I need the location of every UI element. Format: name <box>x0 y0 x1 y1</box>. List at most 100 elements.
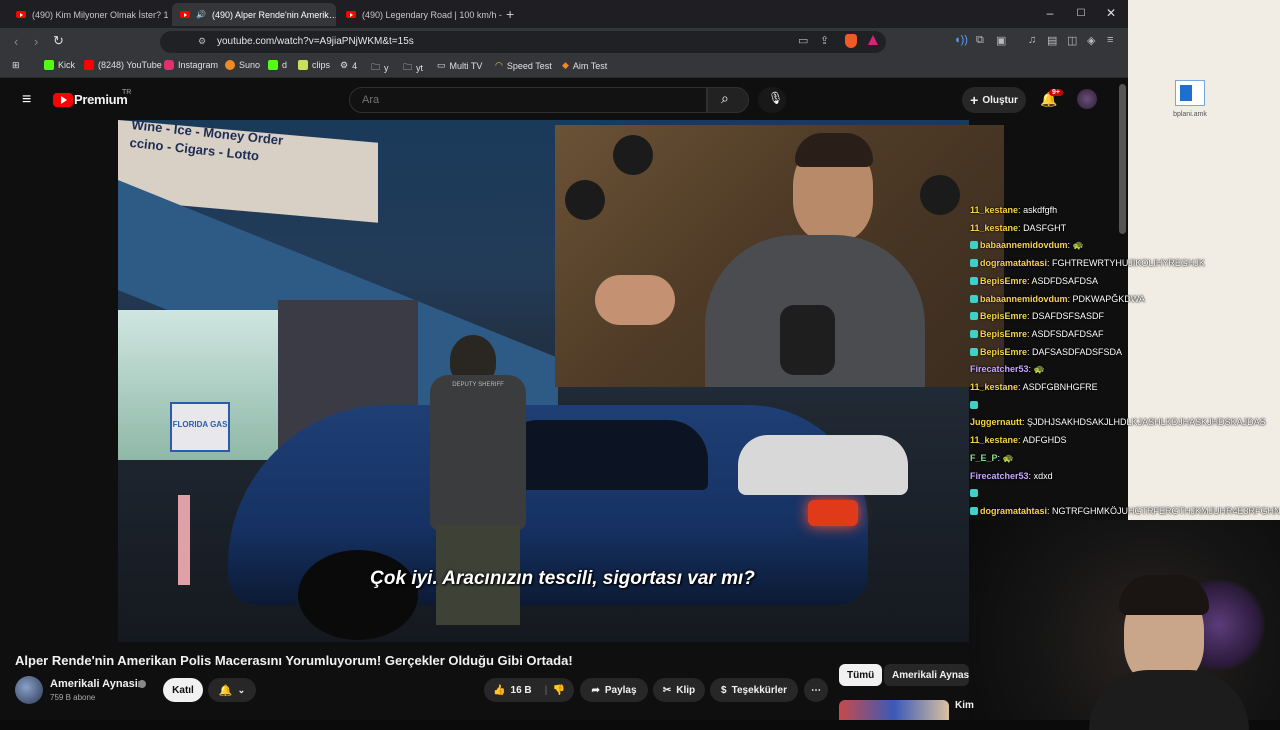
share-icon: ➦ <box>591 684 600 696</box>
bookmark-multitv[interactable]: ▭ Multi TV <box>437 60 482 71</box>
clips-icon <box>298 60 308 70</box>
tab-label: (490) Legendary Road | 100 km/h - Y… <box>362 9 502 20</box>
bookmark-instagram[interactable]: Instagram <box>164 60 218 70</box>
like-button[interactable]: 👍 16 B | 👎 <box>484 678 574 702</box>
chat-message: Firecatcher53: 🐢 <box>970 364 1045 375</box>
video-title: Alper Rende'nin Amerikan Polis Macerasın… <box>15 653 573 668</box>
hamburger-menu-icon[interactable]: ≡ <box>22 91 31 109</box>
menu-icon[interactable]: ≡ <box>1107 34 1113 46</box>
chat-username: 11_kestane <box>970 222 1019 233</box>
bookmark-label: y <box>384 63 389 73</box>
bookmark-label: Multi TV <box>449 60 483 71</box>
microphone <box>780 305 835 375</box>
gas-sign-text: FLORIDA GAS <box>172 420 228 429</box>
audio-playing-icon[interactable]: ◖)) <box>954 34 968 46</box>
channel-name[interactable]: Amerikali Aynasiz <box>50 678 143 690</box>
bookmark-d[interactable]: d <box>268 60 287 70</box>
new-tab-icon[interactable]: + <box>506 6 514 22</box>
officer-vest-text: DEPUTY SHERIFF <box>452 382 504 388</box>
search-icon: ⌕ <box>721 90 729 106</box>
chat-text: 🐢 <box>1002 452 1014 463</box>
brave-shield-icon[interactable] <box>845 34 857 48</box>
screenshot-icon[interactable]: ▣ <box>996 34 1006 47</box>
music-icon[interactable]: ♫ <box>1028 34 1036 46</box>
bookmark-label: Speed Test <box>506 60 552 71</box>
bookmark-kick[interactable]: Kick <box>44 60 75 70</box>
tab-2-active[interactable]: 🔊 (490) Alper Rende'nin Amerik… ✕ <box>172 3 336 26</box>
thumbs-down-icon[interactable]: 👎 <box>552 685 564 696</box>
account-avatar[interactable] <box>1077 89 1097 109</box>
tab-3[interactable]: (490) Legendary Road | 100 km/h - Y… <box>338 3 502 26</box>
chat-badge-icon <box>970 312 978 321</box>
clip-button[interactable]: ✂ Klip <box>653 678 705 702</box>
chat-message: BepisEmre: DAFSASDFADSFSDA <box>970 347 1122 357</box>
like-count: 16 B <box>510 684 532 696</box>
tab-1[interactable]: (490) Kim Milyoner Olmak İster? 120… <box>8 3 168 26</box>
search-input[interactable] <box>349 87 707 113</box>
chip-all[interactable]: Tümü <box>839 664 883 686</box>
tab-bar <box>0 0 1128 28</box>
play-glyph <box>61 96 67 104</box>
subscription-bell-button[interactable]: 🔔 ⌄ <box>208 678 256 702</box>
chat-username: babaannemidovdum <box>980 240 1068 251</box>
rewards-icon[interactable] <box>868 35 878 45</box>
bookmark-folder-y[interactable]: 🗀 y <box>371 60 389 76</box>
chat-text: ASDFSDAFDSAF <box>1031 328 1104 339</box>
join-button[interactable]: Katıl <box>163 678 203 702</box>
page-scrollbar[interactable] <box>1119 84 1126 234</box>
wall-vinyl-record <box>613 135 653 175</box>
bookmark-youtube[interactable]: (8248) YouTube <box>84 60 162 70</box>
bookmark-label: Instagram <box>178 60 219 70</box>
chat-message: 11_kestane: ASDFGBNHGFRE <box>970 382 1098 392</box>
streamer-shirt <box>1089 670 1249 730</box>
host-hand <box>595 275 675 325</box>
bookmark-clips[interactable]: clips <box>298 60 330 70</box>
next-video-thumbnail[interactable] <box>839 700 949 720</box>
chat-message: 11_kestane: askdfgfh <box>970 205 1057 215</box>
bookmark-label: Kick <box>58 60 76 70</box>
share-page-icon[interactable]: ⇪ <box>820 34 829 47</box>
country-code: TR <box>122 89 132 96</box>
chat-badge-icon <box>970 506 978 515</box>
bookmark-speedtest[interactable]: ◠ Speed Test <box>495 60 552 71</box>
chat-message: Juggernautt: ŞJDHJSAKHDSAKJLHDLKJASHLKDJ… <box>970 417 1266 427</box>
site-info-icon[interactable]: ⚙ <box>198 36 206 47</box>
bookmark-folder-yt[interactable]: 🗀 yt <box>403 60 423 76</box>
divider: | <box>544 684 548 696</box>
create-button[interactable]: + Oluştur <box>962 87 1026 113</box>
bell-icon: 🔔 <box>218 684 233 697</box>
apps-icon[interactable]: ⊞ <box>12 60 20 71</box>
forward-icon[interactable]: › <box>34 34 38 49</box>
wallet-icon[interactable]: ▤ <box>1047 34 1057 47</box>
extensions-icon[interactable]: ⧉ <box>976 34 984 47</box>
more-actions-button[interactable]: ⋯ <box>804 678 828 702</box>
maximize-icon[interactable]: ☐ <box>1071 8 1091 19</box>
car-tail-light <box>808 500 858 526</box>
bookmark-suno[interactable]: Suno <box>225 60 260 70</box>
car-window <box>498 420 708 490</box>
tab-label: (490) Kim Milyoner Olmak İster? 120… <box>32 9 168 20</box>
share-button[interactable]: ➦ Paylaş <box>580 678 648 702</box>
channel-avatar[interactable] <box>15 676 43 704</box>
thanks-button[interactable]: $ Teşekkürler <box>710 678 798 702</box>
bookmark-aimtest[interactable]: ◆ Aim Test <box>562 60 607 71</box>
chip-channel[interactable]: Amerikali Aynasiz <box>884 664 969 686</box>
streamer-facecam-overlay <box>555 125 1004 387</box>
chat-message: babaannemidovdum: PDKWAPĞKDWA <box>970 294 1145 304</box>
chat-username: BepisEmre <box>980 311 1028 322</box>
bookmark-4[interactable]: ⚙ 4 <box>340 60 357 71</box>
minimize-icon[interactable]: – <box>1040 6 1060 20</box>
sidebar-icon[interactable]: ◫ <box>1067 34 1077 47</box>
chat-username: dogramatahtasi <box>980 258 1048 269</box>
close-window-icon[interactable]: ✕ <box>1101 6 1121 20</box>
reload-icon[interactable]: ↻ <box>53 33 64 49</box>
back-icon[interactable]: ‹ <box>14 34 18 49</box>
chat-badge-icon <box>970 241 978 250</box>
chat-badge-icon <box>970 347 978 356</box>
cast-icon[interactable]: ▭ <box>798 34 808 47</box>
next-video-title[interactable]: Kim <box>955 700 974 711</box>
vpn-icon[interactable]: ◈ <box>1087 34 1095 47</box>
share-label: Paylaş <box>604 684 637 696</box>
kick-icon <box>268 60 278 70</box>
youtube-favicon-icon <box>16 11 26 18</box>
